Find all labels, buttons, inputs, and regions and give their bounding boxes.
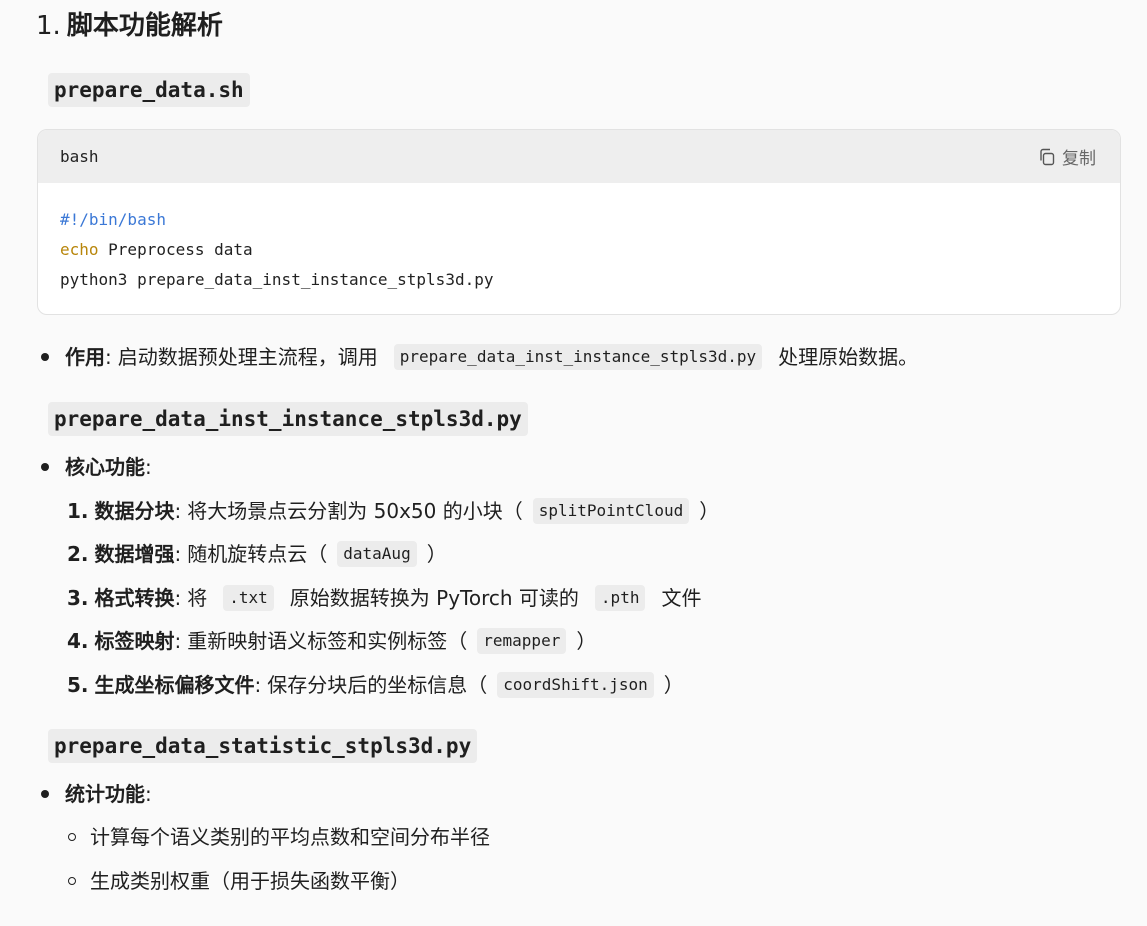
file-heading-inst-instance: prepare_data_inst_instance_stpls3d.py xyxy=(48,402,528,436)
bullet-colon: : xyxy=(145,455,152,479)
bullet-ring xyxy=(68,833,76,841)
item-mid-text: 原始数据转换为 PyTorch 可读的 xyxy=(289,586,579,610)
item-label: 标签映射 xyxy=(94,629,175,653)
item-number: 4. xyxy=(67,629,89,653)
bullet-dot xyxy=(41,790,49,798)
inline-code: splitPointCloud xyxy=(532,498,690,524)
item-text: 将大场景点云分割为 50x50 的小块（ xyxy=(187,499,523,523)
item-number: 3. xyxy=(67,586,89,610)
section-heading: 1. 脚本功能解析 xyxy=(36,8,223,44)
item-colon: : xyxy=(174,629,182,653)
item-text: 重新映射语义标签和实例标签（ xyxy=(187,629,468,653)
bullet-colon: : xyxy=(145,782,152,806)
bullet-label: 统计功能 xyxy=(65,782,145,806)
inline-code: prepare_data_inst_instance_stpls3d.py xyxy=(393,344,763,370)
bullet-text-after: 处理原始数据。 xyxy=(778,345,919,369)
item-label: 数据分块 xyxy=(94,499,175,523)
section-number: 1. xyxy=(36,11,61,41)
item-label: 格式转换 xyxy=(94,586,175,610)
sub-item-text: 计算每个语义类别的平均点数和空间分布半径 xyxy=(90,825,490,849)
item-colon: : xyxy=(174,499,182,523)
numbered-item: 2. 数据增强: 随机旋转点云（ dataAug ） xyxy=(67,539,447,569)
copy-label: 复制 xyxy=(1062,149,1096,169)
item-number: 5. xyxy=(67,673,89,697)
code-line-2: echo Preprocess data xyxy=(60,235,1098,265)
list-item-purpose: 作用: 启动数据预处理主流程，调用 prepare_data_inst_inst… xyxy=(41,342,918,372)
bullet-label: 作用 xyxy=(65,345,105,369)
code-echo-text: Preprocess data xyxy=(98,240,253,259)
inline-code: .pth xyxy=(594,585,646,611)
item-after: ） xyxy=(663,673,684,697)
code-python-line: python3 prepare_data_inst_instance_stpls… xyxy=(60,270,494,289)
code-block: bash 复制 #!/bin/bash echo Preprocess data… xyxy=(37,129,1121,315)
code-line-1: #!/bin/bash xyxy=(60,205,1098,235)
item-colon: : xyxy=(174,586,182,610)
numbered-item: 4. 标签映射: 重新映射语义标签和实例标签（ remapper ） xyxy=(67,626,596,656)
item-text: 随机旋转点云（ xyxy=(187,542,328,566)
inline-code: remapper xyxy=(477,628,567,654)
list-item-stats: 统计功能: xyxy=(41,779,152,809)
item-label: 生成坐标偏移文件 xyxy=(94,673,255,697)
item-after: ） xyxy=(699,499,720,523)
item-colon: : xyxy=(254,673,262,697)
file-heading-prepare-data-sh: prepare_data.sh xyxy=(48,73,250,107)
copy-button[interactable]: 复制 xyxy=(1038,144,1096,169)
item-label: 数据增强 xyxy=(94,542,175,566)
code-language: bash xyxy=(60,147,99,166)
code-shebang: #!/bin/bash xyxy=(60,210,166,229)
inline-code: coordShift.json xyxy=(497,672,654,698)
item-text: 将 xyxy=(187,586,208,610)
numbered-item: 3. 格式转换: 将 .txt 原始数据转换为 PyTorch 可读的 .pth… xyxy=(67,583,701,613)
item-after: ） xyxy=(576,629,597,653)
sub-list-item: 生成类别权重（用于损失函数平衡） xyxy=(68,866,410,896)
item-tail-text: 文件 xyxy=(661,586,702,610)
item-text: 保存分块后的坐标信息（ xyxy=(267,673,488,697)
bullet-colon: : xyxy=(105,345,112,369)
numbered-item: 5. 生成坐标偏移文件: 保存分块后的坐标信息（ coordShift.json… xyxy=(67,670,684,700)
code-body: #!/bin/bash echo Preprocess data python3… xyxy=(38,183,1120,314)
code-line-3: python3 prepare_data_inst_instance_stpls… xyxy=(60,265,1098,295)
bullet-dot xyxy=(41,353,49,361)
item-after: ） xyxy=(426,542,447,566)
item-number: 1. xyxy=(67,499,89,523)
item-colon: : xyxy=(174,542,182,566)
sub-list-item: 计算每个语义类别的平均点数和空间分布半径 xyxy=(68,822,490,852)
bullet-dot xyxy=(41,463,49,471)
bullet-text: 启动数据预处理主流程，调用 xyxy=(117,345,378,369)
numbered-item: 1. 数据分块: 将大场景点云分割为 50x50 的小块（ splitPoint… xyxy=(67,496,719,526)
code-header: bash 复制 xyxy=(38,130,1120,183)
bullet-ring xyxy=(68,877,76,885)
list-item-core: 核心功能: xyxy=(41,452,152,482)
code-echo-keyword: echo xyxy=(60,240,99,259)
inline-code: dataAug xyxy=(337,541,417,567)
sub-item-text: 生成类别权重（用于损失函数平衡） xyxy=(90,869,410,893)
item-number: 2. xyxy=(67,542,89,566)
file-heading-statistic: prepare_data_statistic_stpls3d.py xyxy=(48,729,478,763)
copy-icon xyxy=(1040,148,1055,165)
section-title: 脚本功能解析 xyxy=(66,11,223,41)
inline-code: .txt xyxy=(223,585,274,611)
bullet-label: 核心功能 xyxy=(65,455,145,479)
